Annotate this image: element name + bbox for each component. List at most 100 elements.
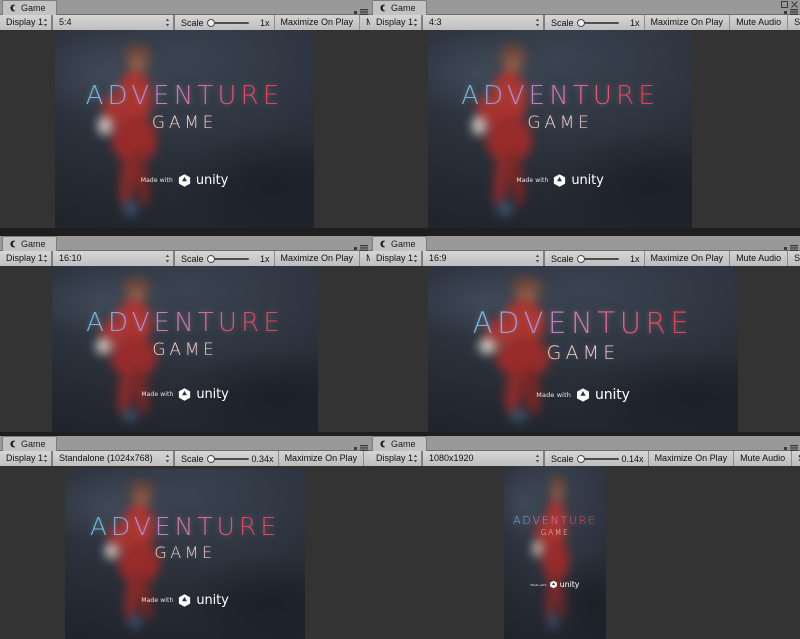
display-dropdown[interactable]: Display 1 [370,15,423,30]
scale-slider[interactable] [206,253,249,264]
scale-slider[interactable] [576,17,619,28]
dot-icon [784,10,787,14]
window-buttons[interactable] [781,0,798,9]
game-view[interactable]: ADVENTURE GAME Made with unity [370,466,800,639]
made-with-label: Made with [536,391,572,400]
mute-audio-button[interactable]: Mute Audio [359,15,370,30]
game-view[interactable]: ADVENTURE GAME Made with unity [0,466,370,639]
gamepad-icon [379,240,387,248]
aspect-dropdown[interactable]: 4:3 [422,15,545,30]
chevron-updown-icon [165,454,170,463]
game-view[interactable]: ADVENTURE GAME Made with unity [370,266,800,432]
tab-label: Game [391,238,416,249]
scale-slider-group[interactable]: Scale 0.34x [174,451,278,466]
scale-slider[interactable] [576,253,619,264]
maximize-on-play-button[interactable]: Maximize On Play [647,451,734,466]
unity-wordmark: unity [195,172,229,188]
panel-menu[interactable] [784,9,798,15]
display-dropdown[interactable]: Display 1 [370,451,423,466]
scale-value: 1x [630,253,640,264]
made-with-unity: Made with unity [52,387,318,402]
gamepad-icon [9,4,17,12]
tab-game[interactable]: Game [2,436,57,451]
close-icon[interactable] [791,1,798,8]
game-canvas: ADVENTURE GAME Made with unity [428,266,738,432]
aspect-dropdown[interactable]: Standalone (1024x768) [52,451,175,466]
maximize-on-play-button[interactable]: Maximize On Play [273,251,360,266]
maximize-on-play-button[interactable]: Maximize On Play [643,251,730,266]
slider-knob[interactable] [576,454,585,463]
game-subtitle: GAME [428,342,738,364]
tab-game[interactable]: Game [372,436,427,451]
stats-button[interactable]: Stats [787,15,800,30]
panel-menu[interactable] [784,245,798,251]
game-title-block: ADVENTURE GAME [428,306,738,364]
game-panel-4-3: Game Display 1 4:3 Scale 1x Maximize On … [370,0,800,228]
panel-menu[interactable] [354,245,368,251]
tab-label: Game [391,438,416,449]
tab-game[interactable]: Game [2,236,57,251]
slider-knob[interactable] [206,254,215,263]
slider-knob[interactable] [206,454,215,463]
panel-menu[interactable] [784,445,798,451]
tab-game[interactable]: Game [2,0,57,15]
maximize-icon[interactable] [781,1,788,8]
game-view[interactable]: ADVENTURE GAME Made with unity [370,30,800,228]
panel-menu[interactable] [354,9,368,15]
game-canvas: ADVENTURE GAME Made with unity [65,469,305,639]
gamepad-icon [9,240,17,248]
game-canvas: ADVENTURE GAME Made with unity [55,30,314,228]
mute-audio-button[interactable]: Mute Audio [729,15,788,30]
scale-slider-group[interactable]: Scale 0.14x [544,451,648,466]
panel-menu[interactable] [354,445,368,451]
slider-knob[interactable] [576,254,585,263]
scale-slider[interactable] [206,453,249,464]
maximize-on-play-button[interactable]: Maximize On Play [643,15,730,30]
mute-audio-button[interactable]: Mute Audio [359,251,370,266]
game-subtitle: GAME [65,543,305,562]
display-value: Display 1 [6,17,44,27]
tab-game[interactable]: Game [372,236,427,251]
maximize-on-play-button[interactable]: Maximize On Play [273,15,360,30]
slider-knob[interactable] [206,18,215,27]
scale-value: 1x [260,253,270,264]
mute-audio-button[interactable]: Mute Audio [363,451,370,466]
made-with-label: Made with [516,176,549,184]
stats-button[interactable]: Stats [791,451,800,466]
mute-audio-button[interactable]: Mute Audio [729,251,788,266]
scale-slider-group[interactable]: Scale 1x [174,251,274,266]
unity-wordmark: unity [559,580,580,590]
scale-slider-group[interactable]: Scale 1x [174,15,274,30]
menu-icon [360,9,368,15]
aspect-dropdown[interactable]: 16:9 [422,251,545,266]
game-view[interactable]: ADVENTURE GAME Made with unity [0,30,370,228]
stats-button[interactable]: Stats [787,251,800,266]
display-dropdown[interactable]: Display 1 [370,251,423,266]
scale-slider[interactable] [576,453,619,464]
game-toolbar: Display 1 16:9 Scale 1x Maximize On Play… [370,251,800,266]
scale-slider-group[interactable]: Scale 1x [544,251,644,266]
tab-game[interactable]: Game [372,0,427,15]
aspect-dropdown[interactable]: 16:10 [52,251,175,266]
slider-knob[interactable] [576,18,585,27]
mute-audio-button[interactable]: Mute Audio [733,451,792,466]
unity-wordmark: unity [595,387,630,404]
display-dropdown[interactable]: Display 1 [0,251,53,266]
aspect-dropdown[interactable]: 1080x1920 [422,451,545,466]
scale-slider[interactable] [206,17,249,28]
scale-slider-group[interactable]: Scale 1x [544,15,644,30]
game-view[interactable]: ADVENTURE GAME Made with unity [0,266,370,432]
tab-strip: Game [370,0,800,15]
scale-label: Scale [181,253,204,264]
tab-strip: Game [0,236,370,251]
maximize-on-play-button[interactable]: Maximize On Play [277,451,364,466]
chevron-updown-icon [535,454,540,463]
display-dropdown[interactable]: Display 1 [0,15,53,30]
unity-logo-icon [549,580,558,589]
display-dropdown[interactable]: Display 1 [0,451,53,466]
game-title-block: ADVENTURE GAME [428,81,692,133]
aspect-dropdown[interactable]: 5:4 [52,15,175,30]
menu-icon [790,9,798,15]
unity-editor-window: Game Display 1 5:4 Scale 1x Maximize On … [0,0,800,639]
scale-label: Scale [181,453,204,464]
